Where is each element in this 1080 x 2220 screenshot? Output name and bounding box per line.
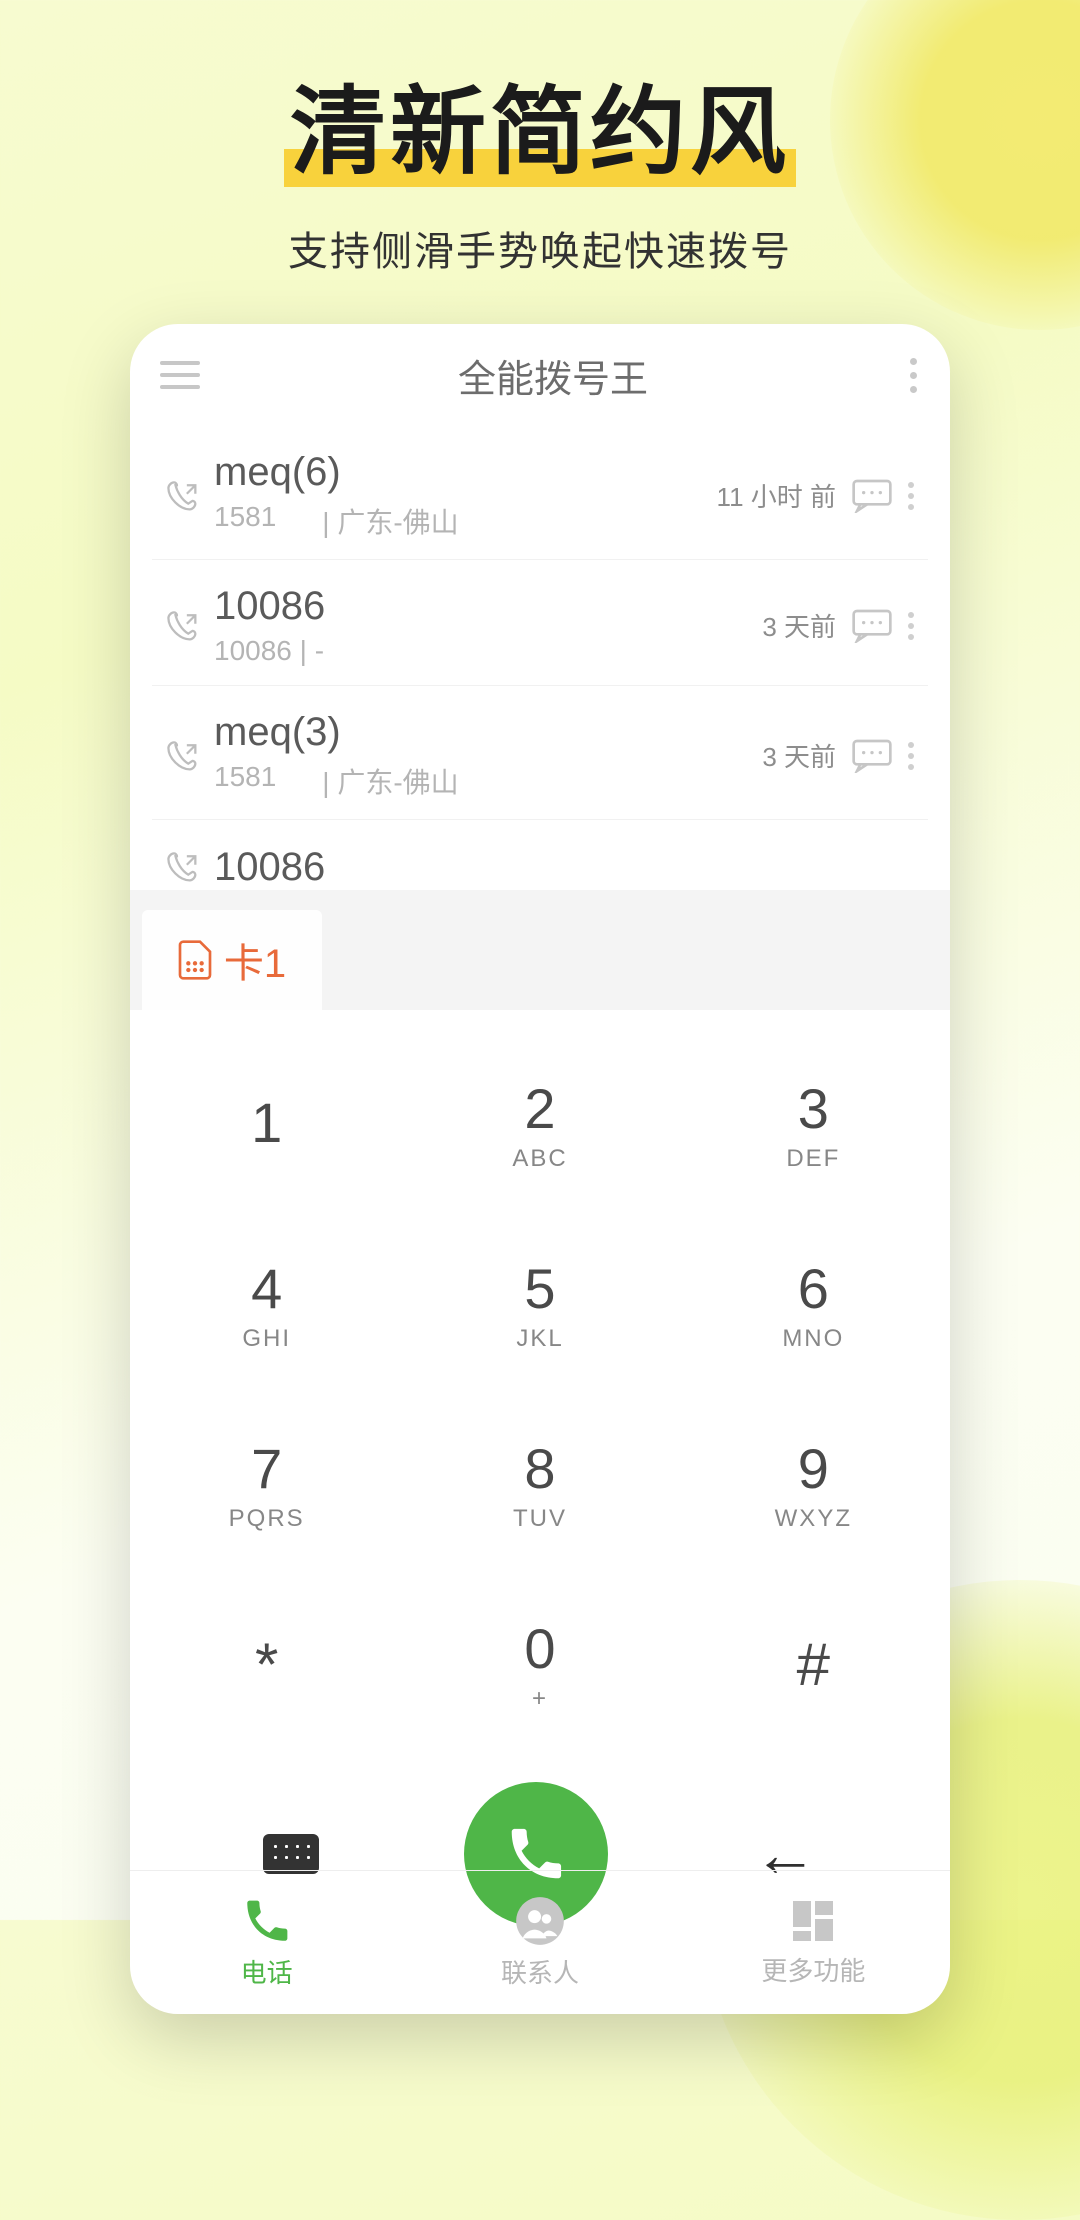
key-2[interactable]: 2ABC xyxy=(403,1034,676,1214)
key-3[interactable]: 3DEF xyxy=(677,1034,950,1214)
call-row-main: 10086 10086 | - xyxy=(208,584,762,667)
row-more-icon[interactable] xyxy=(908,482,920,510)
call-row-main: meq(3) 1581 | 广东-佛山 xyxy=(208,710,762,801)
key-9[interactable]: 9WXYZ xyxy=(677,1394,950,1574)
sim-label: 卡1 xyxy=(224,931,286,989)
message-icon[interactable] xyxy=(852,479,892,513)
call-log-row[interactable]: meq(3) 1581 | 广东-佛山 3 天前 xyxy=(152,686,928,820)
contact-number: 1581 xyxy=(214,501,276,541)
call-log: meq(6) 1581 | 广东-佛山 11 小时 前 10086 10086 … xyxy=(130,426,950,890)
sim-selector-bar: 卡1 xyxy=(130,890,950,1010)
row-more-icon[interactable] xyxy=(908,742,920,770)
outgoing-call-icon xyxy=(160,477,208,515)
tab-contacts[interactable]: 联系人 xyxy=(403,1871,676,2014)
hamburger-icon[interactable] xyxy=(160,361,200,389)
call-row-main: 10086 xyxy=(208,845,920,890)
contact-number: 10086 | - xyxy=(214,635,324,667)
contacts-tab-icon xyxy=(514,1895,566,1947)
hero-title: 清新简约风 xyxy=(290,54,790,193)
message-icon[interactable] xyxy=(852,739,892,773)
message-icon[interactable] xyxy=(852,609,892,643)
call-log-row[interactable]: meq(6) 1581 | 广东-佛山 11 小时 前 xyxy=(152,426,928,560)
call-time: 11 小时 前 xyxy=(717,477,836,514)
key-star[interactable]: * xyxy=(130,1574,403,1754)
call-row-main: meq(6) 1581 | 广东-佛山 xyxy=(208,450,717,541)
sim-card-tab[interactable]: 卡1 xyxy=(142,910,322,1010)
key-4[interactable]: 4GHI xyxy=(130,1214,403,1394)
call-time: 3 天前 xyxy=(762,607,836,644)
device-frame: 全能拨号王 meq(6) 1581 | 广东-佛山 11 小时 前 xyxy=(130,324,950,2014)
key-8[interactable]: 8TUV xyxy=(403,1394,676,1574)
keyboard-icon[interactable] xyxy=(263,1834,319,1874)
key-6[interactable]: 6MNO xyxy=(677,1214,950,1394)
contact-name: 10086 xyxy=(214,845,920,890)
key-hash[interactable]: # xyxy=(677,1574,950,1754)
contact-name: 10086 xyxy=(214,584,762,629)
tab-label: 电话 xyxy=(241,1953,293,1990)
contact-name: meq(3) xyxy=(214,710,762,755)
tab-more[interactable]: 更多功能 xyxy=(677,1871,950,2014)
outgoing-call-icon xyxy=(160,737,208,775)
row-more-icon[interactable] xyxy=(908,612,920,640)
contact-location: | 广东-佛山 xyxy=(322,501,458,541)
phone-tab-icon xyxy=(241,1895,293,1947)
outgoing-call-icon xyxy=(160,848,208,886)
contact-number: 1581 xyxy=(214,761,276,801)
app-title: 全能拨号王 xyxy=(200,348,906,403)
hero-subtitle: 支持侧滑手势唤起快速拨号 xyxy=(0,219,1080,277)
call-time: 3 天前 xyxy=(762,737,836,774)
tab-label: 更多功能 xyxy=(761,1951,865,1988)
sim-icon xyxy=(178,940,212,980)
tab-label: 联系人 xyxy=(501,1953,579,1990)
call-log-row[interactable]: 10086 xyxy=(152,820,928,890)
contact-location: | 广东-佛山 xyxy=(322,761,458,801)
key-0[interactable]: 0+ xyxy=(403,1574,676,1754)
key-1[interactable]: 1 xyxy=(130,1034,403,1214)
contact-name: meq(6) xyxy=(214,450,717,495)
tab-phone[interactable]: 电话 xyxy=(130,1871,403,2014)
call-log-row[interactable]: 10086 10086 | - 3 天前 xyxy=(152,560,928,686)
app-bar: 全能拨号王 xyxy=(130,324,950,426)
key-7[interactable]: 7PQRS xyxy=(130,1394,403,1574)
more-tab-icon xyxy=(789,1897,837,1945)
key-5[interactable]: 5JKL xyxy=(403,1214,676,1394)
more-icon[interactable] xyxy=(906,358,920,393)
hero: 清新简约风 支持侧滑手势唤起快速拨号 xyxy=(0,54,1080,277)
bottom-tabbar: 电话 联系人 更多功能 xyxy=(130,1870,950,2014)
dial-pad: 1 2ABC 3DEF 4GHI 5JKL 6MNO 7PQRS 8TUV 9W… xyxy=(130,1010,950,1764)
outgoing-call-icon xyxy=(160,607,208,645)
